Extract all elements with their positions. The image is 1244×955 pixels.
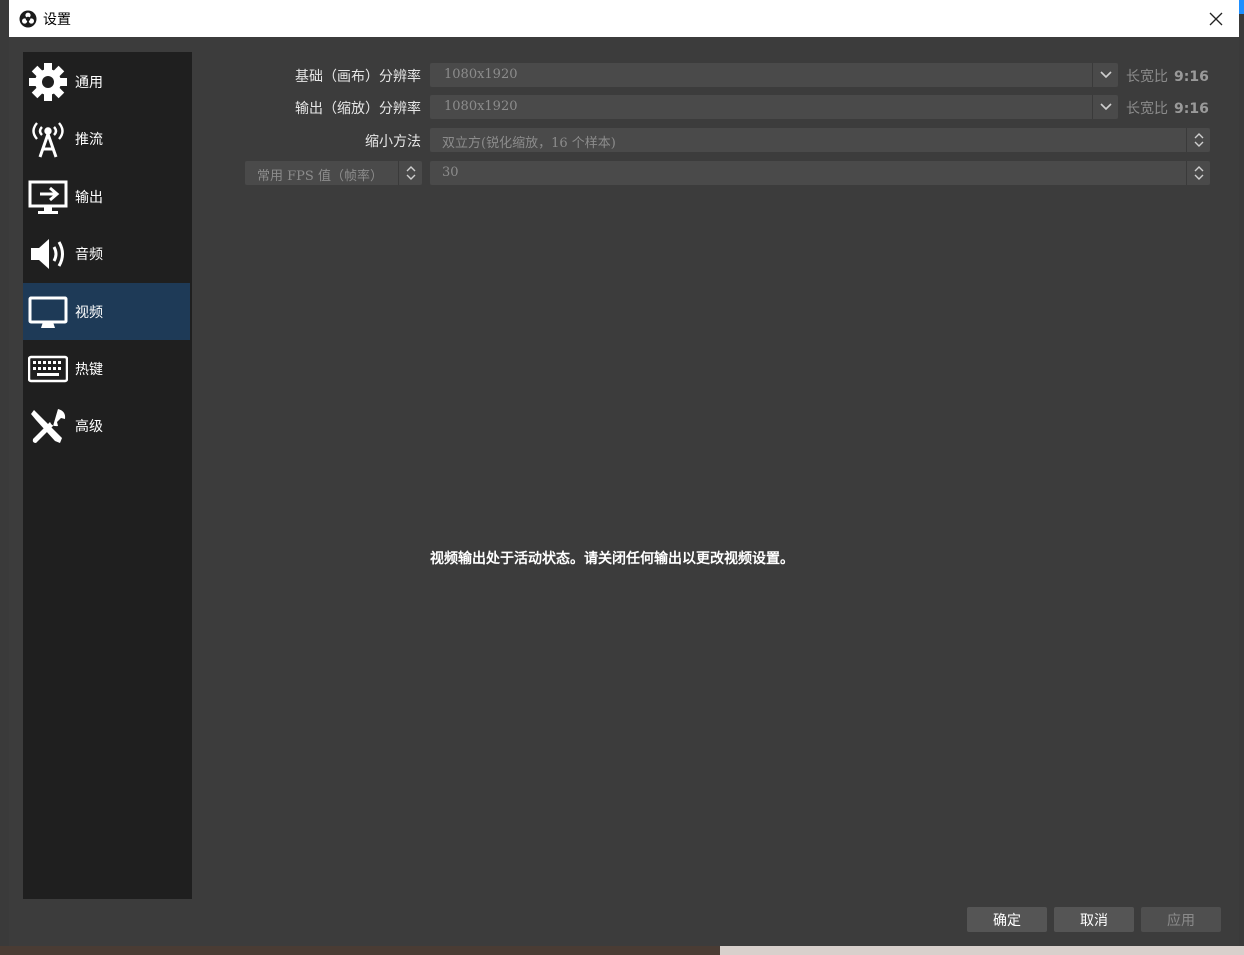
downscale-filter-select[interactable]: 双立方(锐化缩放，16 个样本) bbox=[430, 128, 1210, 152]
keyboard-icon bbox=[27, 348, 69, 390]
apply-button[interactable]: 应用 bbox=[1141, 907, 1221, 932]
wrench-screwdriver-icon bbox=[27, 405, 69, 447]
sidebar-item-stream[interactable]: 推流 bbox=[23, 110, 190, 167]
chevron-down-icon[interactable] bbox=[1092, 95, 1118, 119]
sidebar-item-label: 视频 bbox=[75, 304, 103, 321]
speaker-icon bbox=[27, 233, 69, 275]
sidebar-item-label: 高级 bbox=[75, 418, 103, 435]
output-active-notice: 视频输出处于活动状态。请关闭任何输出以更改视频设置。 bbox=[430, 551, 794, 567]
fps-value-select[interactable]: 30 bbox=[430, 161, 1210, 185]
sidebar-item-label: 推流 bbox=[75, 131, 103, 148]
cancel-button[interactable]: 取消 bbox=[1054, 907, 1134, 932]
output-resolution-label: 输出（缩放）分辨率 bbox=[295, 101, 421, 117]
fps-value: 30 bbox=[442, 165, 459, 180]
sidebar-item-hotkeys[interactable]: 热键 bbox=[23, 340, 190, 397]
sidebar-item-label: 通用 bbox=[75, 74, 103, 91]
downscale-filter-value: 双立方(锐化缩放，16 个样本) bbox=[442, 136, 616, 151]
base-aspect-ratio: 长宽比 9:16 bbox=[1126, 69, 1209, 85]
ok-button[interactable]: 确定 bbox=[967, 907, 1047, 932]
monitor-output-icon bbox=[27, 176, 69, 218]
sidebar-item-label: 热键 bbox=[75, 361, 103, 378]
updown-arrows-icon[interactable] bbox=[1186, 128, 1210, 152]
sidebar-item-output[interactable]: 输出 bbox=[23, 168, 190, 225]
base-resolution-value: 1080x1920 bbox=[444, 67, 518, 82]
fps-type-value: 常用 FPS 值（帧率） bbox=[257, 169, 383, 184]
sidebar-item-label: 输出 bbox=[75, 189, 103, 206]
fps-type-select[interactable]: 常用 FPS 值（帧率） bbox=[245, 161, 422, 185]
background-app-bottom-edge bbox=[0, 946, 1244, 955]
close-button[interactable] bbox=[1193, 0, 1239, 37]
obs-logo-icon bbox=[19, 10, 37, 27]
chevron-down-icon[interactable] bbox=[1092, 63, 1118, 87]
output-resolution-combo[interactable]: 1080x1920 bbox=[430, 95, 1118, 119]
settings-sidebar: 通用 推流 输出 音频 视频 热键 高级 bbox=[23, 52, 192, 899]
title-bar: 设置 bbox=[9, 0, 1239, 37]
sidebar-item-video[interactable]: 视频 bbox=[23, 283, 190, 340]
output-aspect-ratio: 长宽比 9:16 bbox=[1126, 101, 1209, 117]
output-resolution-value: 1080x1920 bbox=[444, 99, 518, 114]
sidebar-item-general[interactable]: 通用 bbox=[23, 53, 190, 110]
monitor-icon bbox=[27, 291, 69, 333]
window-title: 设置 bbox=[43, 11, 71, 28]
base-resolution-label: 基础（画布）分辨率 bbox=[295, 69, 421, 85]
gear-icon bbox=[27, 61, 69, 103]
close-icon bbox=[1209, 12, 1223, 25]
updown-arrows-icon[interactable] bbox=[398, 161, 422, 185]
sidebar-item-label: 音频 bbox=[75, 246, 103, 263]
sidebar-item-advanced[interactable]: 高级 bbox=[23, 397, 190, 454]
base-resolution-combo[interactable]: 1080x1920 bbox=[430, 63, 1118, 87]
updown-arrows-icon[interactable] bbox=[1186, 161, 1210, 185]
broadcast-antenna-icon bbox=[27, 118, 69, 160]
sidebar-item-audio[interactable]: 音频 bbox=[23, 225, 190, 282]
downscale-filter-label: 缩小方法 bbox=[365, 134, 421, 150]
settings-dialog: 设置 通用 推流 输出 音频 视频 热键 高级 基础（画布）分辨率 1080x1… bbox=[9, 0, 1239, 946]
